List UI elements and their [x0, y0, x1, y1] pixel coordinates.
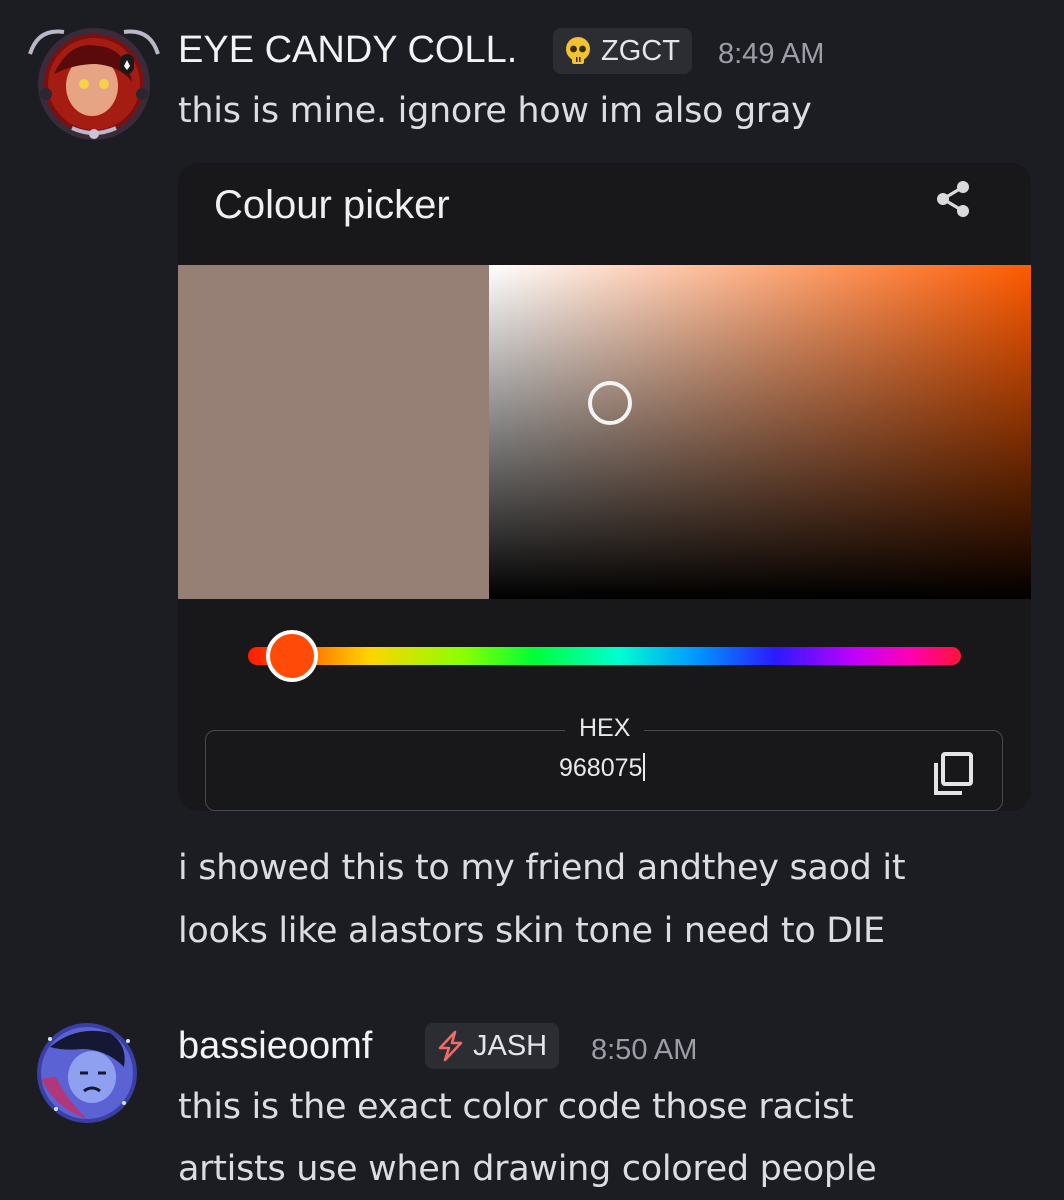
message-author[interactable]: bassieoomf	[178, 1025, 372, 1068]
role-tag-label: ZGCT	[601, 34, 680, 67]
share-icon[interactable]	[929, 175, 977, 223]
hue-slider[interactable]	[248, 647, 961, 665]
hue-slider-thumb[interactable]	[266, 630, 318, 682]
saturation-value-thumb[interactable]	[588, 381, 632, 425]
avatar[interactable]	[24, 24, 164, 142]
colour-picker-attachment[interactable]: Colour picker HEX 968075	[178, 163, 1031, 811]
message-text: this is mine. ignore how im also gray	[178, 91, 812, 131]
message-text: this is the exact color code those racis…	[178, 1087, 854, 1127]
message-author[interactable]: EYE CANDY COLL.	[178, 29, 517, 72]
message-text: artists use when drawing colored people	[178, 1149, 877, 1189]
role-tag[interactable]: JASH	[425, 1023, 560, 1069]
lightning-icon	[438, 1030, 463, 1062]
avatar[interactable]	[36, 1019, 138, 1127]
copy-icon[interactable]	[932, 751, 974, 797]
message-timestamp: 8:49 AM	[718, 38, 825, 70]
hex-label: HEX	[565, 714, 645, 743]
text-caret	[643, 753, 646, 781]
role-tag-label: JASH	[473, 1029, 548, 1062]
hex-input[interactable]: 968075	[559, 753, 646, 783]
hex-value-text: 968075	[559, 754, 643, 782]
skull-icon	[566, 37, 590, 64]
picker-title: Colour picker	[214, 183, 450, 227]
message-text: looks like alastors skin tone i need to …	[178, 911, 885, 951]
role-tag[interactable]: ZGCT	[553, 28, 692, 74]
message-text: i showed this to my friend andthey saod …	[178, 848, 906, 888]
message-timestamp: 8:50 AM	[591, 1034, 698, 1066]
selected-color-swatch	[178, 265, 489, 599]
saturation-value-panel[interactable]	[489, 265, 1031, 599]
